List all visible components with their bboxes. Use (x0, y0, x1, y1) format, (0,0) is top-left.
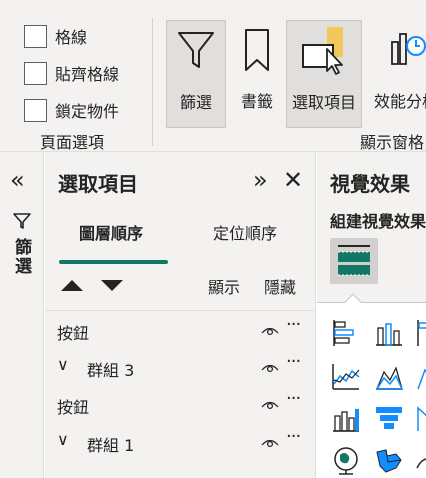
viz-divider (317, 302, 426, 303)
ribbon-separator (152, 18, 153, 146)
stacked-column-chart-icon[interactable] (374, 318, 404, 348)
map-globe-icon[interactable] (331, 446, 361, 476)
line-and-column-chart-icon[interactable] (331, 404, 361, 434)
more-options-icon[interactable]: ··· (286, 426, 301, 447)
tab-layer-order[interactable]: 圖層順序 (79, 220, 143, 244)
area-chart-icon[interactable] (374, 362, 404, 392)
collapse-pane-icon[interactable]: » (253, 166, 268, 194)
stacked-bar-chart-icon[interactable] (331, 318, 361, 348)
performance-analyzer-icon (384, 20, 426, 80)
selection-pane-title: 選取項目 (58, 172, 138, 196)
performance-button-label: 效能分析 (373, 92, 426, 111)
list-item-label: 按鈕 (57, 398, 90, 417)
list-item-label: 按鈕 (57, 324, 90, 343)
clustered-bar-chart-icon[interactable] (415, 318, 426, 348)
ribbon: 格線 貼齊格線 鎖定物件 頁面選項 篩選 書籤 選取項目 效能分 顯示窗格 (0, 0, 426, 152)
filters-button-label: 篩選 (179, 93, 212, 112)
shape-map-icon[interactable] (415, 446, 426, 476)
snap-to-grid-checkbox-row[interactable]: 貼齊格線 (24, 61, 119, 85)
gridlines-checkbox-row[interactable]: 格線 (24, 24, 87, 48)
list-item[interactable]: 按鈕 ··· (45, 386, 316, 422)
snap-to-grid-checkbox[interactable] (24, 61, 47, 85)
filter-icon (176, 21, 216, 81)
more-options-icon[interactable]: ··· (286, 351, 301, 372)
visualizations-pane-title: 視覺效果 (330, 172, 410, 196)
filled-map-icon[interactable] (374, 446, 404, 476)
expand-filters-icon[interactable]: « (10, 166, 25, 194)
selection-cursor-icon (297, 21, 351, 81)
close-icon[interactable]: ✕ (283, 166, 303, 194)
more-options-icon[interactable]: ··· (286, 388, 301, 409)
send-backward-icon[interactable] (101, 280, 123, 291)
tab-tab-order[interactable]: 定位順序 (213, 220, 277, 244)
bookmark-icon (242, 20, 272, 80)
lock-objects-checkbox[interactable] (24, 98, 47, 122)
visibility-eye-icon[interactable] (261, 322, 279, 341)
bookmarks-button-label: 書籤 (240, 92, 273, 111)
hide-all-button[interactable]: 隱藏 (264, 274, 296, 298)
list-item-label: 群組 3 (87, 361, 135, 380)
filter-icon (12, 212, 32, 234)
performance-analyzer-button[interactable]: 效能分析 (366, 20, 426, 128)
show-all-button[interactable]: 顯示 (208, 274, 240, 298)
visibility-eye-icon[interactable] (261, 434, 279, 453)
list-divider (45, 310, 316, 311)
gridlines-label: 格線 (55, 28, 88, 47)
visibility-eye-icon[interactable] (261, 359, 279, 378)
list-item[interactable]: 按鈕 ··· (45, 312, 316, 348)
chevron-down-icon[interactable]: ∨ (57, 355, 69, 374)
lock-objects-label: 鎖定物件 (55, 102, 120, 121)
visualizations-pane: 視覺效果 組建視覺效果 (317, 152, 426, 478)
selection-pane: 選取項目 » ✕ 圖層順序 定位順序 顯示 隱藏 按鈕 ··· ∨ 群組 3 ·… (45, 152, 316, 478)
build-visual-tab-icon[interactable] (330, 238, 378, 284)
funnel-chart-icon[interactable] (374, 404, 404, 434)
line-chart-icon[interactable] (331, 362, 361, 392)
lock-objects-checkbox-row[interactable]: 鎖定物件 (24, 98, 119, 122)
gridlines-checkbox[interactable] (24, 24, 47, 48)
filters-pane-collapsed: « 篩選 (0, 152, 44, 478)
more-options-icon[interactable]: ··· (286, 314, 301, 335)
snap-to-grid-label: 貼齊格線 (55, 65, 120, 84)
selection-pane-button[interactable]: 選取項目 (286, 20, 362, 128)
list-item[interactable]: ∨ 群組 1 ··· (45, 424, 316, 460)
build-visual-label: 組建視覺效果 (330, 212, 426, 231)
stacked-area-chart-icon[interactable] (415, 362, 426, 392)
active-tab-indicator (59, 260, 168, 264)
list-item[interactable]: ∨ 群組 3 ··· (45, 349, 316, 385)
page-options-group-label: 頁面選項 (40, 133, 105, 152)
chevron-down-icon[interactable]: ∨ (57, 430, 69, 449)
bring-forward-icon[interactable] (61, 280, 83, 291)
ribbon-chart-icon[interactable] (415, 404, 426, 434)
filters-pane-label[interactable]: 篩選 (9, 238, 34, 276)
filters-pane-button[interactable]: 篩選 (166, 20, 226, 128)
bookmarks-pane-button[interactable]: 書籤 (236, 20, 278, 128)
list-item-label: 群組 1 (87, 436, 135, 455)
show-panes-group-label: 顯示窗格 (360, 133, 425, 152)
selection-button-label: 選取項目 (291, 93, 356, 112)
visibility-eye-icon[interactable] (261, 396, 279, 415)
